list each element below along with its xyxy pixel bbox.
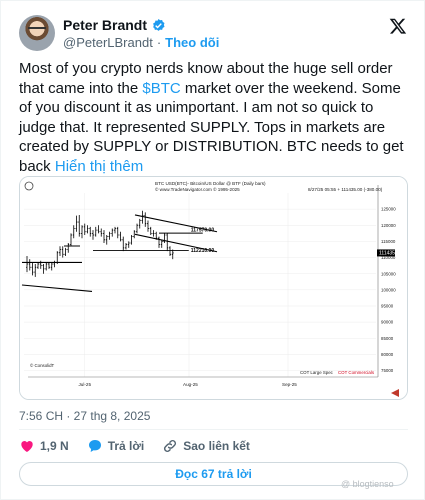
y-tick-label: 105000: [381, 271, 396, 276]
y-tick-label: 115000: [381, 239, 396, 244]
tweet-actions: 1,9 N Trả lời Sao liên kết: [19, 436, 250, 456]
copy-link-button[interactable]: Sao liên kết: [162, 438, 250, 454]
chart-watermark: © ConsolidT: [30, 363, 55, 368]
author-name[interactable]: Peter Brandt: [63, 17, 147, 33]
x-tick-label: Aug-25: [183, 382, 198, 387]
show-more-link[interactable]: Hiển thị thêm: [55, 158, 143, 175]
cashtag-link[interactable]: $BTC: [142, 80, 180, 97]
tweet-timestamp[interactable]: 7:56 CH · 27 thg 8, 2025: [19, 409, 150, 423]
author-handle[interactable]: @PeterLBrandt: [63, 35, 153, 50]
verified-badge-icon: [153, 18, 165, 31]
heart-icon: [21, 441, 33, 452]
follow-button[interactable]: Theo dõi: [165, 35, 219, 50]
chart-image[interactable]: BTC USD(BTC)- Bitcoin/US Dollar @ BTF (D…: [19, 176, 408, 400]
chart-subtitle: © www.TradeNavigator.com © 1995-2025: [155, 186, 240, 192]
x-tick-label: Jul-25: [79, 382, 92, 387]
btc-price-chart: BTC USD(BTC)- Bitcoin/US Dollar @ BTF (D…: [20, 177, 407, 399]
reply-label: Trả lời: [107, 439, 145, 453]
last-price-label: 111435: [379, 251, 395, 257]
y-tick-label: 120000: [381, 223, 396, 228]
x-logo-icon[interactable]: [389, 17, 407, 35]
x-tick-label: Sep-25: [282, 382, 297, 387]
divider: [19, 429, 408, 430]
y-tick-label: 90000: [381, 320, 394, 325]
chart-background: [20, 177, 407, 399]
y-tick-label: 95000: [381, 304, 394, 309]
y-tick-label: 125000: [381, 207, 396, 212]
y-tick-label: 80000: [381, 352, 394, 357]
copy-link-label: Sao liên kết: [183, 439, 250, 453]
level-label-upper: 117570.00: [191, 228, 215, 234]
like-button[interactable]: 1,9 N: [19, 438, 69, 454]
y-tick-label: 75000: [381, 368, 394, 373]
author-name-row: Peter Brandt: [63, 17, 166, 33]
like-count: 1,9 N: [40, 439, 69, 453]
legend-cot-large-spec: COT Large Spec: [300, 370, 334, 375]
link-icon: [164, 439, 177, 453]
y-tick-label: 100000: [381, 287, 396, 292]
tweet-text: Most of you crypto nerds know about the …: [19, 59, 411, 176]
handle-separator: ·: [156, 35, 162, 50]
handle-row: @PeterLBrandt · Theo dõi: [63, 35, 219, 50]
legend-cot-commercials: COT Commercials: [338, 370, 375, 375]
tweet-card: Peter Brandt @PeterLBrandt · Theo dõi Mo…: [0, 0, 425, 500]
y-tick-label: 85000: [381, 336, 394, 341]
level-label-lower: 112210.00: [191, 248, 215, 254]
avatar[interactable]: [19, 15, 55, 51]
reply-bubble-icon: [88, 440, 101, 452]
chart-title: BTC USD(BTC)- Bitcoin/US Dollar @ BTF (D…: [155, 181, 266, 186]
tweet-header: Peter Brandt @PeterLBrandt · Theo dõi: [19, 13, 411, 53]
reply-button[interactable]: Trả lời: [87, 438, 145, 454]
page-watermark: @ blogtienso: [341, 479, 394, 489]
chart-info-right: 8/27/25 05:55 + 111435.00 (-380.00): [308, 187, 383, 192]
